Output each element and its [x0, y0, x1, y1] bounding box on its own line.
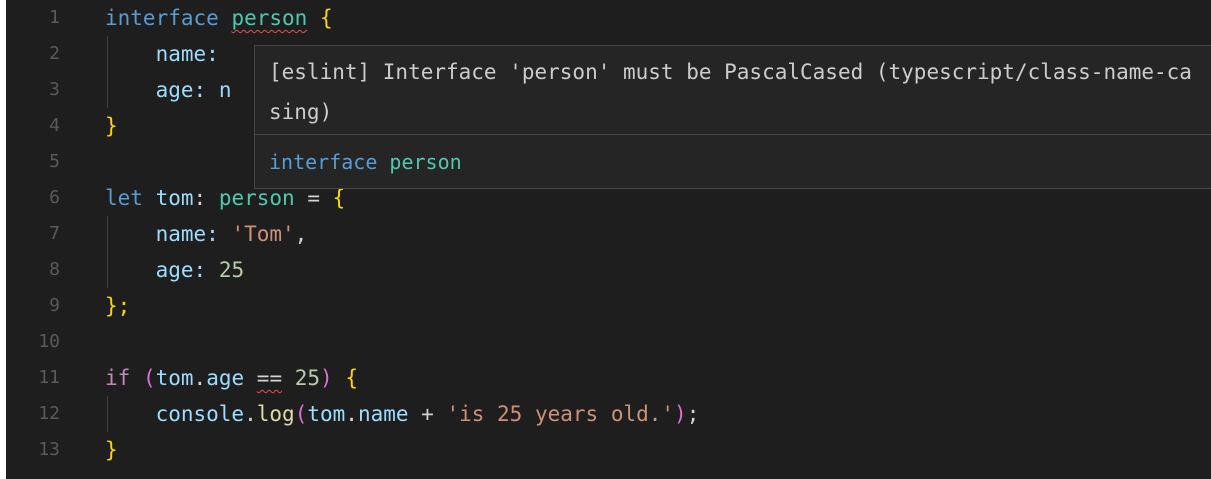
tooltip-divider: [255, 134, 1211, 135]
operator-token[interactable]: ==: [257, 366, 282, 390]
property-token: age:: [155, 78, 207, 102]
number-token: 25: [294, 366, 321, 390]
plus-token: +: [408, 402, 447, 426]
property-token: name:: [155, 42, 219, 66]
variable-token: tom: [155, 366, 194, 390]
property-token: name:: [155, 222, 219, 246]
property-token: name: [357, 402, 409, 426]
comma-token: ,: [294, 222, 308, 246]
signature-keyword: interface: [269, 150, 378, 174]
signature-name: person: [389, 150, 462, 174]
code-line[interactable]: name: 'Tom',: [105, 216, 308, 252]
paren-token: (: [294, 402, 308, 426]
variable-token: tom: [155, 186, 194, 210]
function-token: log: [256, 402, 295, 426]
type-token: n: [218, 78, 232, 102]
code-line[interactable]: }: [105, 432, 118, 468]
brace-token: {: [319, 6, 333, 30]
string-token: 'is 25 years old.': [446, 402, 675, 426]
brace-token: }: [105, 114, 118, 138]
dot-token: .: [244, 402, 257, 426]
code-line[interactable]: age: 25: [105, 252, 245, 288]
dot-token: .: [345, 402, 358, 426]
brace-token: {: [345, 366, 359, 390]
code-line[interactable]: if (tom.age == 25) {: [105, 360, 358, 396]
lint-error-message: [eslint] Interface 'person' must be Pasc…: [269, 60, 1192, 124]
variable-token: tom: [307, 402, 346, 426]
semicolon-token: ;: [686, 402, 700, 426]
brace-token: }: [105, 438, 118, 462]
code-line[interactable]: }: [105, 108, 118, 144]
colon-token: :: [193, 186, 207, 210]
property-token: age:: [155, 258, 207, 282]
brace-token: {: [332, 186, 346, 210]
code-line[interactable]: interface person {: [105, 0, 333, 36]
string-token: 'Tom': [231, 222, 295, 246]
code-editor[interactable]: 1 2 3 4 5 6 7 8 9 10 11 12 13 interface …: [6, 0, 1211, 479]
code-line[interactable]: };: [105, 288, 130, 324]
number-token: 25: [218, 258, 245, 282]
keyword-token: interface: [105, 6, 219, 30]
paren-token: ): [674, 402, 687, 426]
code-line[interactable]: name:: [105, 36, 219, 72]
brace-token: };: [105, 294, 131, 318]
keyword-token: if: [105, 366, 131, 390]
interface-name-token[interactable]: person: [231, 6, 307, 30]
type-token: person: [218, 186, 295, 210]
keyword-token: let: [105, 186, 143, 210]
equals-token: =: [294, 186, 333, 210]
hover-tooltip: [eslint] Interface 'person' must be Pasc…: [254, 45, 1211, 189]
paren-token: (: [142, 366, 156, 390]
code-line[interactable]: console.log(tom.name + 'is 25 years old.…: [105, 396, 700, 432]
variable-token: console: [155, 402, 245, 426]
dot-token: .: [193, 366, 207, 390]
property-token: age: [206, 366, 245, 390]
code-line[interactable]: age: n: [105, 72, 232, 108]
paren-token: ): [320, 366, 333, 390]
type-signature: interface person: [269, 142, 462, 182]
